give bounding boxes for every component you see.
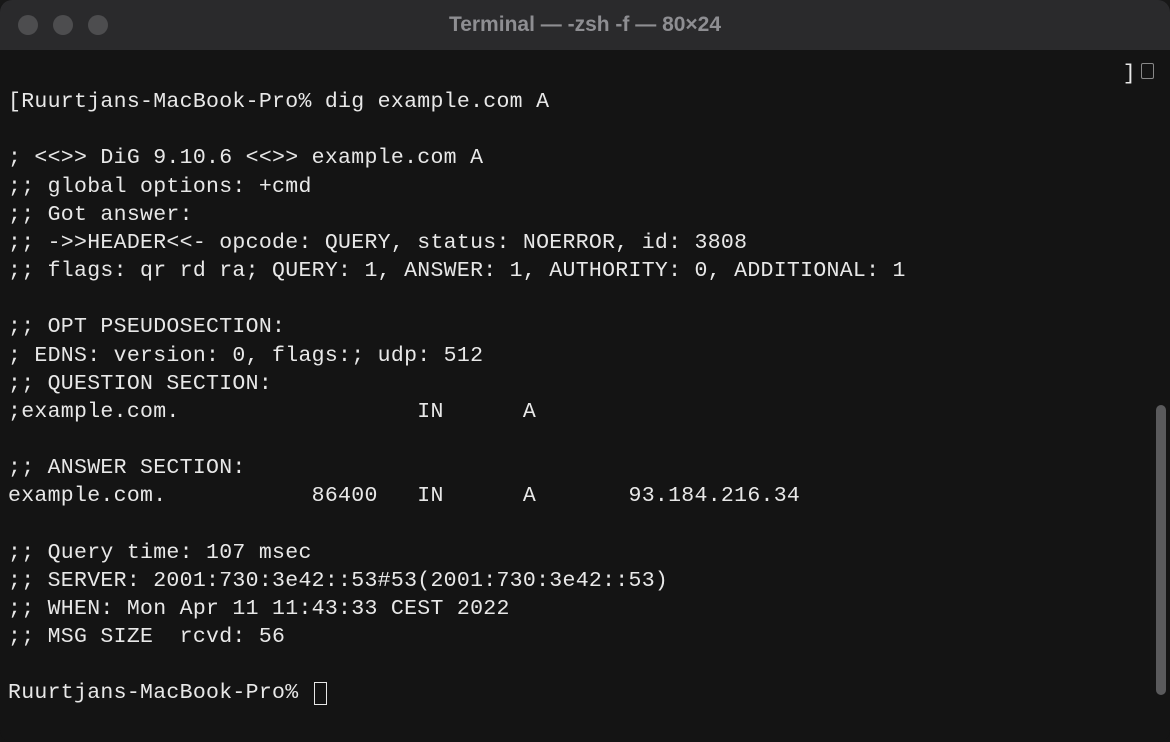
terminal-line xyxy=(8,651,1162,679)
cursor-icon xyxy=(314,682,327,706)
scrollbar-thumb[interactable] xyxy=(1156,405,1166,695)
terminal-line: ;; SERVER: 2001:730:3e42::53#53(2001:730… xyxy=(8,567,1162,595)
terminal-content[interactable]: ][Ruurtjans-MacBook-Pro% dig example.com… xyxy=(0,50,1170,742)
right-bracket-glyph: ] xyxy=(1123,60,1136,88)
terminal-window: Terminal — -zsh -f — 80×24 ][Ruurtjans-M… xyxy=(0,0,1170,742)
terminal-line: ;; ->>HEADER<<- opcode: QUERY, status: N… xyxy=(8,229,1162,257)
terminal-prompt-line: Ruurtjans-MacBook-Pro% xyxy=(8,679,1162,707)
minimize-button[interactable] xyxy=(53,15,73,35)
terminal-line: ;; ANSWER SECTION: xyxy=(8,454,1162,482)
close-button[interactable] xyxy=(18,15,38,35)
titlebar: Terminal — -zsh -f — 80×24 xyxy=(0,0,1170,50)
terminal-line xyxy=(8,285,1162,313)
terminal-line: ;; MSG SIZE rcvd: 56 xyxy=(8,623,1162,651)
window-title: Terminal — -zsh -f — 80×24 xyxy=(0,13,1170,37)
terminal-line xyxy=(8,511,1162,539)
terminal-line xyxy=(8,426,1162,454)
terminal-line: ;example.com. IN A xyxy=(8,398,1162,426)
scroll-indicator-icon xyxy=(1141,63,1154,79)
terminal-line: ; <<>> DiG 9.10.6 <<>> example.com A xyxy=(8,144,1162,172)
terminal-line: ;; WHEN: Mon Apr 11 11:43:33 CEST 2022 xyxy=(8,595,1162,623)
terminal-line: ;; Query time: 107 msec xyxy=(8,539,1162,567)
terminal-line xyxy=(8,116,1162,144)
terminal-line: ;; global options: +cmd xyxy=(8,173,1162,201)
terminal-line: [Ruurtjans-MacBook-Pro% dig example.com … xyxy=(8,88,1162,116)
prompt-text: Ruurtjans-MacBook-Pro% xyxy=(8,681,312,705)
scrollbar-track[interactable] xyxy=(1156,55,1166,695)
traffic-lights xyxy=(0,15,108,35)
terminal-line: ;; flags: qr rd ra; QUERY: 1, ANSWER: 1,… xyxy=(8,257,1162,285)
terminal-line: example.com. 86400 IN A 93.184.216.34 xyxy=(8,482,1162,510)
terminal-line: ;; OPT PSEUDOSECTION: xyxy=(8,313,1162,341)
terminal-line: ;; QUESTION SECTION: xyxy=(8,370,1162,398)
terminal-line: ; EDNS: version: 0, flags:; udp: 512 xyxy=(8,342,1162,370)
terminal-line: ;; Got answer: xyxy=(8,201,1162,229)
zoom-button[interactable] xyxy=(88,15,108,35)
